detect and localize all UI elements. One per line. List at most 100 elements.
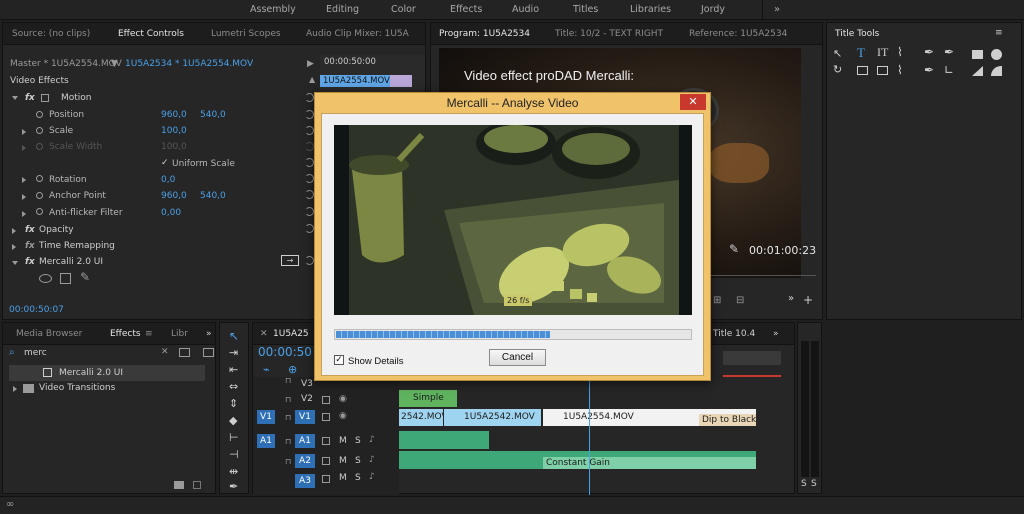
scale-value[interactable]: 100,0: [161, 126, 187, 136]
simple-clip[interactable]: Simple: [399, 390, 457, 407]
accelerated-effects-icon[interactable]: [179, 348, 190, 357]
stopwatch-icon[interactable]: [36, 208, 43, 215]
lock-icon[interactable]: ⊓: [285, 413, 291, 422]
mini-timeline[interactable]: 00:00:50:00 1U5A2554.MOV: [320, 55, 425, 89]
convert-anchor-icon[interactable]: ∟: [944, 63, 954, 77]
sync-lock-icon[interactable]: [322, 457, 330, 465]
mic-icon[interactable]: ♪: [369, 435, 375, 445]
solo-right-button[interactable]: S: [811, 479, 817, 489]
tab-effects[interactable]: Effects: [110, 329, 141, 339]
anchor-x-value[interactable]: 960,0: [161, 191, 187, 201]
trash-icon[interactable]: [193, 481, 201, 489]
timeline-overflow-icon[interactable]: »: [773, 329, 779, 339]
antiflicker-expand-icon[interactable]: [22, 211, 26, 217]
media-overflow-icon[interactable]: »: [206, 329, 212, 339]
position-y-value[interactable]: 540,0: [200, 110, 226, 120]
stopwatch-icon[interactable]: [36, 127, 43, 134]
mute-icon[interactable]: M: [339, 456, 347, 466]
hand-tool-icon[interactable]: ⇹: [229, 465, 238, 478]
vertical-type-icon[interactable]: [857, 66, 868, 75]
workspace-effects[interactable]: Effects: [450, 4, 482, 15]
track-a2-label[interactable]: A2: [295, 454, 315, 468]
reset-icon[interactable]: [305, 207, 314, 216]
play-only-icon[interactable]: ▶: [307, 59, 314, 69]
solo-icon[interactable]: S: [355, 473, 361, 483]
mute-icon[interactable]: M: [339, 436, 347, 446]
program-overflow-icon[interactable]: »: [788, 293, 794, 304]
opacity-expand-icon[interactable]: [12, 228, 16, 234]
program-time-ruler[interactable]: [711, 275, 816, 276]
rotation-expand-icon[interactable]: [22, 177, 26, 183]
vertical-area-type-icon[interactable]: [877, 66, 888, 75]
arc-tool-icon[interactable]: [991, 66, 1002, 76]
mercalli-fx-icon[interactable]: fx: [25, 257, 35, 267]
scroll-up-icon[interactable]: ▲: [309, 75, 315, 84]
workspace-editing[interactable]: Editing: [326, 4, 359, 15]
clip-1u5a2542[interactable]: 1U5A2542.MOV: [444, 409, 541, 426]
linked-selection-icon[interactable]: ⊕: [288, 363, 297, 376]
lock-icon[interactable]: ⊓: [285, 395, 291, 404]
timeline-timecode[interactable]: 00:00:50: [258, 345, 312, 359]
slip-tool-icon[interactable]: ⊢: [229, 431, 239, 444]
position-x-value[interactable]: 960,0: [161, 110, 187, 120]
clip-2542[interactable]: 2542.MOV: [399, 409, 443, 426]
tab-reference[interactable]: Reference: 1U5A2534: [689, 29, 787, 39]
sequence-clip-label[interactable]: 1U5A2534 * 1U5A2554.MOV: [125, 59, 253, 69]
anti-flicker-value[interactable]: 0,00: [161, 208, 181, 218]
mercalli-expand-icon[interactable]: [12, 261, 18, 265]
reset-icon[interactable]: [305, 158, 314, 167]
mini-timeline-clip[interactable]: 1U5A2554.MOV: [320, 75, 390, 87]
effect-controls-timecode[interactable]: 00:00:50:07: [9, 305, 64, 315]
tab-source[interactable]: Source: (no clips): [12, 29, 90, 39]
wedge-tool-icon[interactable]: [972, 66, 983, 76]
reset-icon[interactable]: [305, 126, 314, 135]
stopwatch-icon[interactable]: [36, 111, 43, 118]
workspace-color[interactable]: Color: [391, 4, 416, 15]
panel-menu-icon[interactable]: ≡: [995, 28, 1003, 38]
rotation-tool-icon[interactable]: ↻: [833, 63, 842, 76]
solo-icon[interactable]: S: [355, 456, 361, 466]
constant-gain-transition[interactable]: Constant Gain: [543, 457, 756, 469]
rectangle-tool-icon[interactable]: [972, 50, 983, 59]
track-a3-label[interactable]: A3: [295, 474, 315, 488]
snap-icon[interactable]: ⌁: [263, 363, 270, 376]
lock-icon[interactable]: ⊓: [285, 457, 291, 466]
anchor-expand-icon[interactable]: [22, 194, 26, 200]
source-a1-patch[interactable]: A1: [257, 434, 275, 448]
area-type-tool-icon[interactable]: IT: [877, 45, 888, 60]
workspace-titles[interactable]: Titles: [573, 4, 598, 15]
video-transitions-folder[interactable]: Video Transitions: [39, 383, 115, 393]
solo-left-button[interactable]: S: [801, 479, 807, 489]
playhead[interactable]: [589, 377, 590, 495]
show-details-checkbox[interactable]: ✓: [334, 355, 344, 365]
tab-lumetri-scopes[interactable]: Lumetri Scopes: [211, 29, 281, 39]
pen-mask-icon[interactable]: ✎: [80, 270, 90, 284]
clip-dropdown-icon[interactable]: ▼: [111, 59, 118, 69]
workspace-audio[interactable]: Audio: [512, 4, 539, 15]
new-folder-icon[interactable]: [174, 481, 184, 489]
export-frame-icon[interactable]: ⊟: [736, 295, 744, 306]
delete-anchor-icon[interactable]: ✒: [924, 63, 934, 77]
program-timecode[interactable]: 00:01:00:23: [749, 244, 816, 257]
scale-expand-icon[interactable]: [22, 129, 26, 135]
eye-icon[interactable]: ◉: [339, 411, 347, 421]
motion-fx-icon[interactable]: fx: [25, 93, 35, 103]
workspace-libraries[interactable]: Libraries: [630, 4, 671, 15]
overwrite-icon[interactable]: ⊞: [713, 295, 721, 306]
motion-transform-icon[interactable]: [41, 94, 49, 102]
ripple-edit-icon[interactable]: ⇤: [229, 363, 238, 376]
rectangle-mask-icon[interactable]: [60, 273, 71, 284]
tab-media-browser[interactable]: Media Browser: [16, 329, 82, 339]
sync-lock-icon[interactable]: [322, 475, 330, 483]
tab-sequence[interactable]: 1U5A25: [273, 329, 309, 339]
path-type-tool-icon[interactable]: ⌇: [897, 45, 903, 59]
vertical-path-icon[interactable]: ⌇: [897, 63, 903, 77]
tab-libraries[interactable]: Libr: [171, 329, 188, 339]
rolling-edit-icon[interactable]: ⇔: [229, 380, 238, 393]
add-button-icon[interactable]: +: [803, 293, 813, 307]
lock-icon[interactable]: ⊓: [285, 376, 291, 385]
audio-clip-a1[interactable]: [399, 431, 489, 449]
dialog-close-button[interactable]: ✕: [680, 94, 706, 110]
workspace-assembly[interactable]: Assembly: [250, 4, 296, 15]
pen-tool-icon[interactable]: ✒: [229, 480, 238, 493]
